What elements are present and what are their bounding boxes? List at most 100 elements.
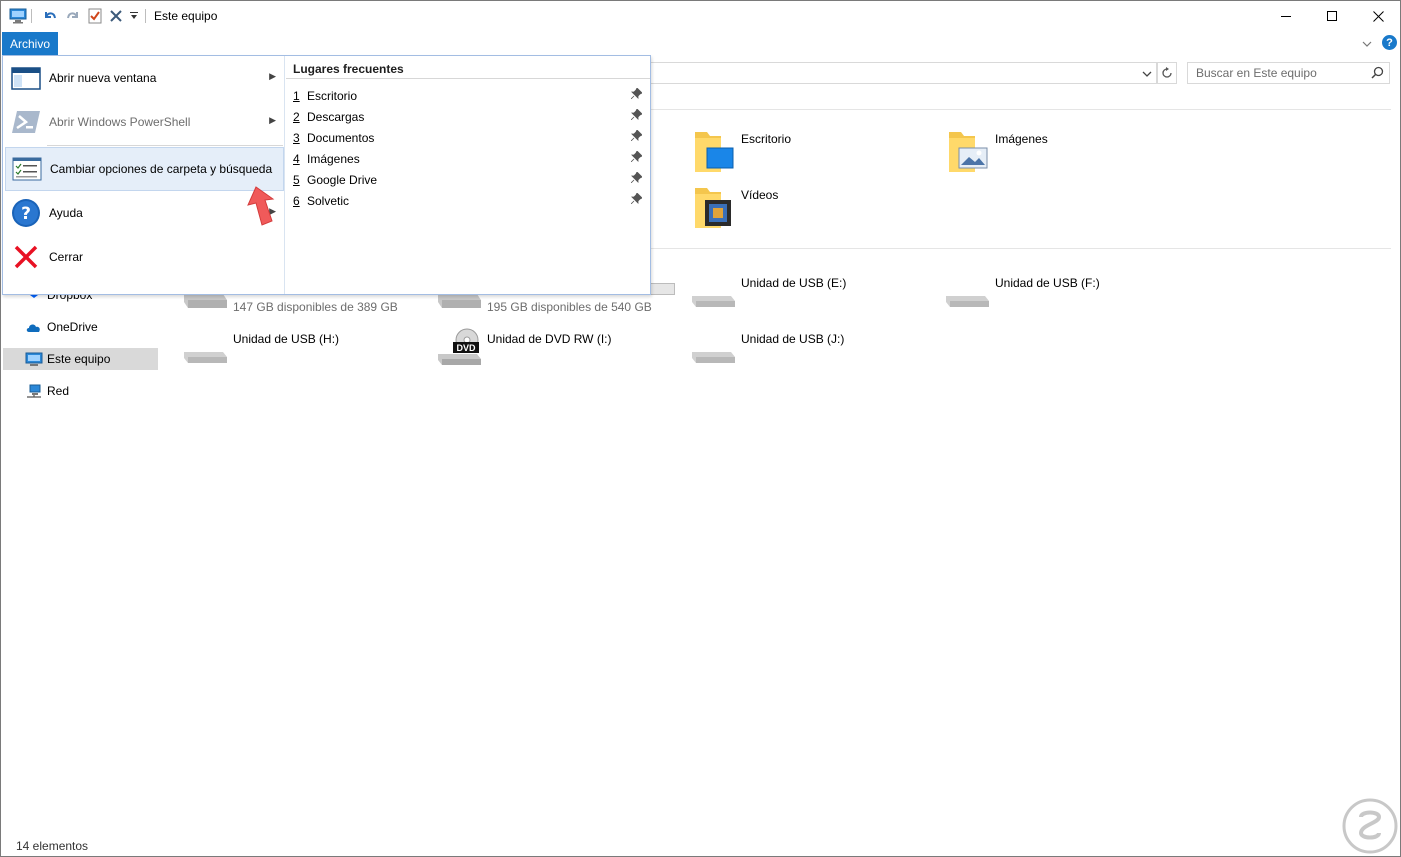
qa-separator (30, 7, 34, 25)
menu-item-cerrar[interactable]: Cerrar (5, 236, 284, 278)
computer-icon (25, 351, 43, 367)
section-divider (641, 109, 1391, 110)
pin-icon[interactable] (630, 87, 643, 102)
qa-separator (144, 7, 148, 25)
new-window-icon (10, 62, 42, 94)
usb-drive-icon (691, 272, 739, 320)
ribbon-tab-strip: Archivo (1, 31, 1400, 55)
maximize-button[interactable] (1309, 1, 1355, 31)
usb-drive-icon (183, 328, 231, 376)
svg-text:?: ? (21, 204, 31, 224)
folder-options-icon (11, 153, 43, 185)
drive-tile[interactable]: Unidad de USB (F:) (945, 272, 1195, 322)
frequent-item[interactable]: 6 Solvetic (286, 189, 650, 210)
explorer-window: Este equipo Archivo ? Drop (0, 0, 1401, 857)
frequent-item-label: Solvetic (307, 194, 350, 208)
folder-tile[interactable]: Imágenes (945, 128, 1195, 178)
drive-free-space: 147 GB disponibles de 389 GB (233, 300, 398, 314)
onedrive-cloud-icon (25, 319, 43, 335)
pictures-folder-icon (945, 128, 993, 176)
menu-item-cambiar-opciones[interactable]: Cambiar opciones de carpeta y búsqueda (5, 147, 284, 191)
submenu-arrow-icon: ▶ (269, 115, 276, 125)
drive-name: Unidad de USB (E:) (741, 276, 847, 290)
desktop-folder-icon (691, 128, 739, 176)
help-circle-icon: ? (10, 197, 42, 229)
menu-item-label: Ayuda (49, 206, 83, 220)
properties-check-icon[interactable] (87, 7, 103, 25)
menu-item-ayuda[interactable]: ? Ayuda ▶ (5, 192, 284, 234)
pin-icon[interactable] (630, 192, 643, 207)
drive-tile[interactable]: Unidad de USB (J:) (691, 328, 941, 378)
frequent-item-number: 2 (293, 110, 300, 124)
menu-item-label: Cambiar opciones de carpeta y búsqueda (50, 162, 273, 176)
ribbon-expand-chevron-icon[interactable] (1362, 37, 1372, 51)
nav-item-red[interactable]: Red (3, 380, 158, 402)
folder-tile[interactable]: Escritorio (691, 128, 941, 178)
drive-tile[interactable]: Unidad de USB (H:) (183, 328, 433, 378)
title-bar: Este equipo (1, 1, 1400, 31)
section-divider (641, 248, 1391, 249)
close-icon (1372, 10, 1384, 22)
pointer-arrow-icon (246, 185, 286, 234)
close-red-x-icon (10, 241, 42, 273)
nav-item-label: Este equipo (47, 352, 111, 366)
submenu-arrow-icon: ▶ (269, 71, 276, 81)
undo-icon[interactable] (41, 7, 59, 25)
drive-name: Unidad de DVD RW (I:) (487, 332, 612, 346)
drive-tile[interactable]: DVD Unidad de DVD RW (I:) (437, 328, 687, 378)
file-menu-commands: Abrir nueva ventana ▶ Abrir Windows Powe… (3, 56, 285, 294)
nav-item-este-equipo[interactable]: Este equipo (3, 348, 158, 370)
tab-archivo[interactable]: Archivo (2, 32, 58, 55)
customize-dropdown-icon[interactable] (128, 7, 140, 25)
refresh-icon (1162, 67, 1172, 78)
redo-icon[interactable] (64, 7, 82, 25)
folder-tile[interactable]: Vídeos (691, 184, 941, 234)
network-icon (25, 383, 43, 399)
frequent-places-title: Lugares frecuentes (293, 62, 404, 76)
menu-item-label: Abrir Windows PowerShell (49, 115, 191, 129)
menu-item-abrir-powershell[interactable]: Abrir Windows PowerShell ▶ (5, 101, 284, 143)
drive-usage-bar (648, 283, 675, 295)
search-box[interactable] (1187, 62, 1390, 84)
pin-icon[interactable] (630, 108, 643, 123)
nav-item-label: OneDrive (47, 320, 98, 334)
pin-icon[interactable] (630, 129, 643, 144)
minimize-button[interactable] (1263, 1, 1309, 31)
file-menu: Abrir nueva ventana ▶ Abrir Windows Powe… (2, 55, 651, 295)
menu-item-abrir-nueva-ventana[interactable]: Abrir nueva ventana ▶ (5, 57, 284, 99)
frequent-item-label: Escritorio (307, 89, 358, 103)
search-icon[interactable] (1371, 66, 1384, 82)
pin-icon[interactable] (630, 150, 643, 165)
frequent-item-number: 1 (293, 89, 300, 103)
usb-drive-icon (945, 272, 993, 320)
search-input[interactable] (1188, 63, 1368, 83)
folder-name: Imágenes (995, 132, 1048, 146)
frequent-item[interactable]: 1 Escritorio (286, 84, 650, 105)
frequent-item-label: Imágenes (307, 152, 360, 166)
computer-icon[interactable] (9, 7, 27, 25)
delete-x-icon[interactable] (108, 7, 124, 25)
menu-item-label: Abrir nueva ventana (49, 71, 157, 85)
address-dropdown-chevron-icon[interactable] (1142, 67, 1152, 81)
refresh-button[interactable] (1157, 62, 1177, 84)
frequent-item[interactable]: 5 Google Drive (286, 168, 650, 189)
help-button[interactable]: ? (1382, 35, 1397, 50)
frequent-item-number: 3 (293, 131, 300, 145)
frequent-places-divider (286, 78, 650, 79)
frequent-item-label: Google Drive (307, 173, 378, 187)
address-bar[interactable] (641, 62, 1157, 84)
frequent-item[interactable]: 2 Descargas (286, 105, 650, 126)
frequent-item-number: 6 (293, 194, 300, 208)
frequent-item-label: Documentos (307, 131, 375, 145)
powershell-icon (10, 106, 42, 138)
pin-icon[interactable] (630, 171, 643, 186)
frequent-item-label: Descargas (307, 110, 365, 124)
window-title: Este equipo (154, 9, 218, 23)
nav-item-onedrive[interactable]: OneDrive (3, 316, 158, 338)
frequent-item[interactable]: 4 Imágenes (286, 147, 650, 168)
drive-name: Unidad de USB (H:) (233, 332, 340, 346)
videos-folder-icon (691, 184, 739, 232)
drive-tile[interactable]: Unidad de USB (E:) (691, 272, 941, 322)
frequent-item[interactable]: 3 Documentos (286, 126, 650, 147)
close-button[interactable] (1355, 1, 1400, 31)
